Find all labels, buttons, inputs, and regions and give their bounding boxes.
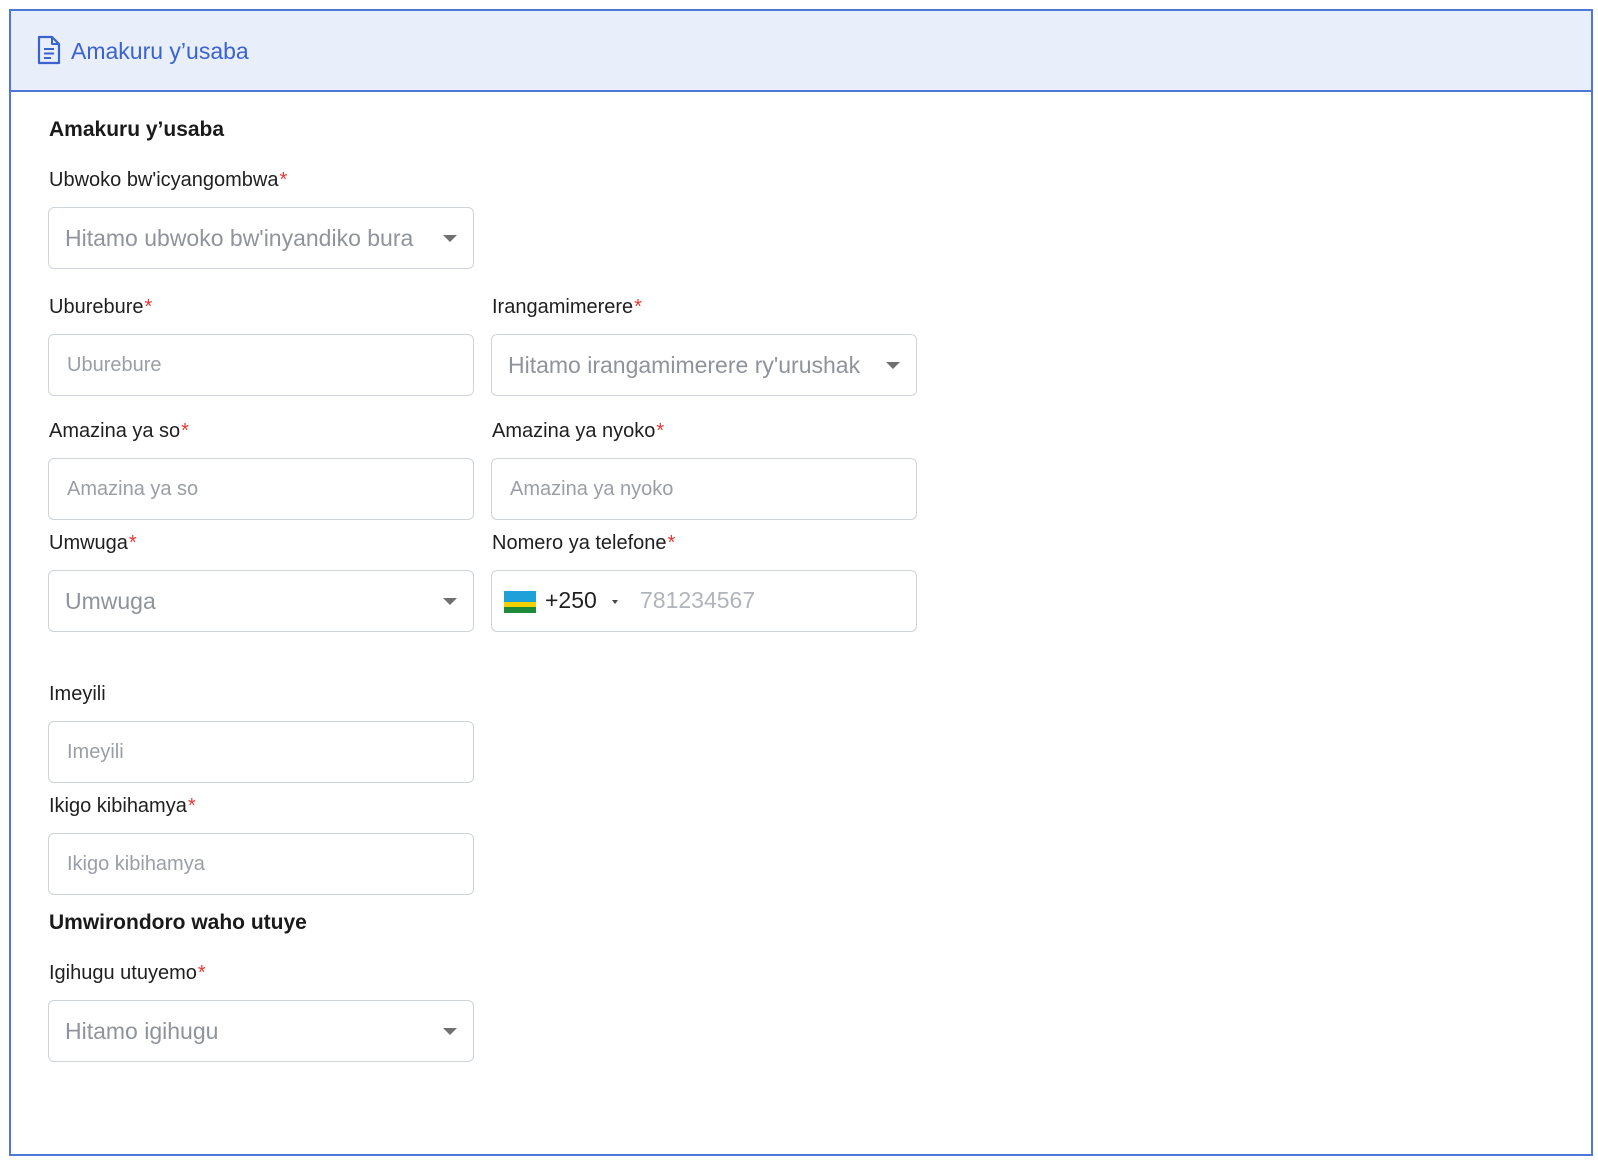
- document-type-placeholder: Hitamo ubwoko bw'inyandiko bura: [65, 225, 414, 251]
- eye-color-placeholder: Hitamo irangamimerere ry'urushak: [508, 352, 861, 378]
- father-name-input[interactable]: [49, 459, 473, 519]
- eye-color-select[interactable]: Hitamo irangamimerere ry'urushak: [491, 334, 917, 396]
- country-placeholder: Hitamo igihugu: [65, 1018, 219, 1044]
- dob-label: Uburebure*: [49, 296, 153, 318]
- required-asterisk: *: [144, 296, 153, 318]
- document-icon: [37, 35, 61, 65]
- email-field[interactable]: [48, 721, 474, 783]
- chevron-down-icon: [886, 362, 900, 369]
- required-asterisk: *: [279, 169, 288, 191]
- phone-label: Nomero ya telefone*: [492, 532, 676, 554]
- father-name-field[interactable]: [48, 458, 474, 520]
- required-asterisk: *: [181, 420, 189, 442]
- dial-code[interactable]: +250: [545, 587, 597, 614]
- required-asterisk: *: [656, 420, 665, 442]
- email-label: Imeyili: [49, 683, 106, 705]
- issuing-institution-field[interactable]: [48, 833, 474, 895]
- chevron-down-icon: [443, 235, 457, 242]
- phone-field[interactable]: +250 781234567: [491, 570, 917, 632]
- panel-title: Amakuru y’usaba: [71, 38, 249, 64]
- rwanda-flag-icon[interactable]: [504, 591, 536, 613]
- issuing-institution-input[interactable]: [49, 834, 473, 894]
- document-type-select[interactable]: Hitamo ubwoko bw'inyandiko bura: [48, 207, 474, 269]
- phone-input-placeholder[interactable]: 781234567: [640, 587, 755, 614]
- email-input[interactable]: [49, 722, 473, 782]
- mother-name-field[interactable]: [491, 458, 917, 520]
- required-asterisk: *: [187, 795, 196, 817]
- country-label: Igihugu utuyemo*: [49, 962, 206, 984]
- caret-down-icon[interactable]: [612, 600, 618, 604]
- required-asterisk: *: [667, 532, 676, 554]
- section-title-address: Umwirondoro waho utuye: [49, 911, 307, 934]
- country-select[interactable]: Hitamo igihugu: [48, 1000, 474, 1062]
- chevron-down-icon: [443, 1028, 457, 1035]
- occupation-placeholder: Umwuga: [65, 588, 156, 614]
- occupation-select[interactable]: Umwuga: [48, 570, 474, 632]
- dob-input[interactable]: [49, 335, 473, 395]
- mother-name-label: Amazina ya nyoko*: [492, 420, 665, 442]
- section-title-applicant: Amakuru y’usaba: [49, 118, 225, 141]
- document-type-label: Ubwoko bw'icyangombwa*: [49, 169, 288, 191]
- panel-header: Amakuru y’usaba: [11, 11, 1591, 92]
- required-asterisk: *: [197, 962, 206, 984]
- mother-name-input[interactable]: [492, 459, 916, 519]
- issuing-institution-label: Ikigo kibihamya*: [49, 795, 196, 817]
- required-asterisk: *: [634, 296, 642, 318]
- required-asterisk: *: [128, 532, 137, 554]
- father-name-label: Amazina ya so*: [49, 420, 189, 442]
- eye-color-label: Irangamimerere*: [492, 296, 642, 318]
- chevron-down-icon: [443, 598, 457, 605]
- occupation-label: Umwuga*: [49, 532, 137, 554]
- dob-field[interactable]: [48, 334, 474, 396]
